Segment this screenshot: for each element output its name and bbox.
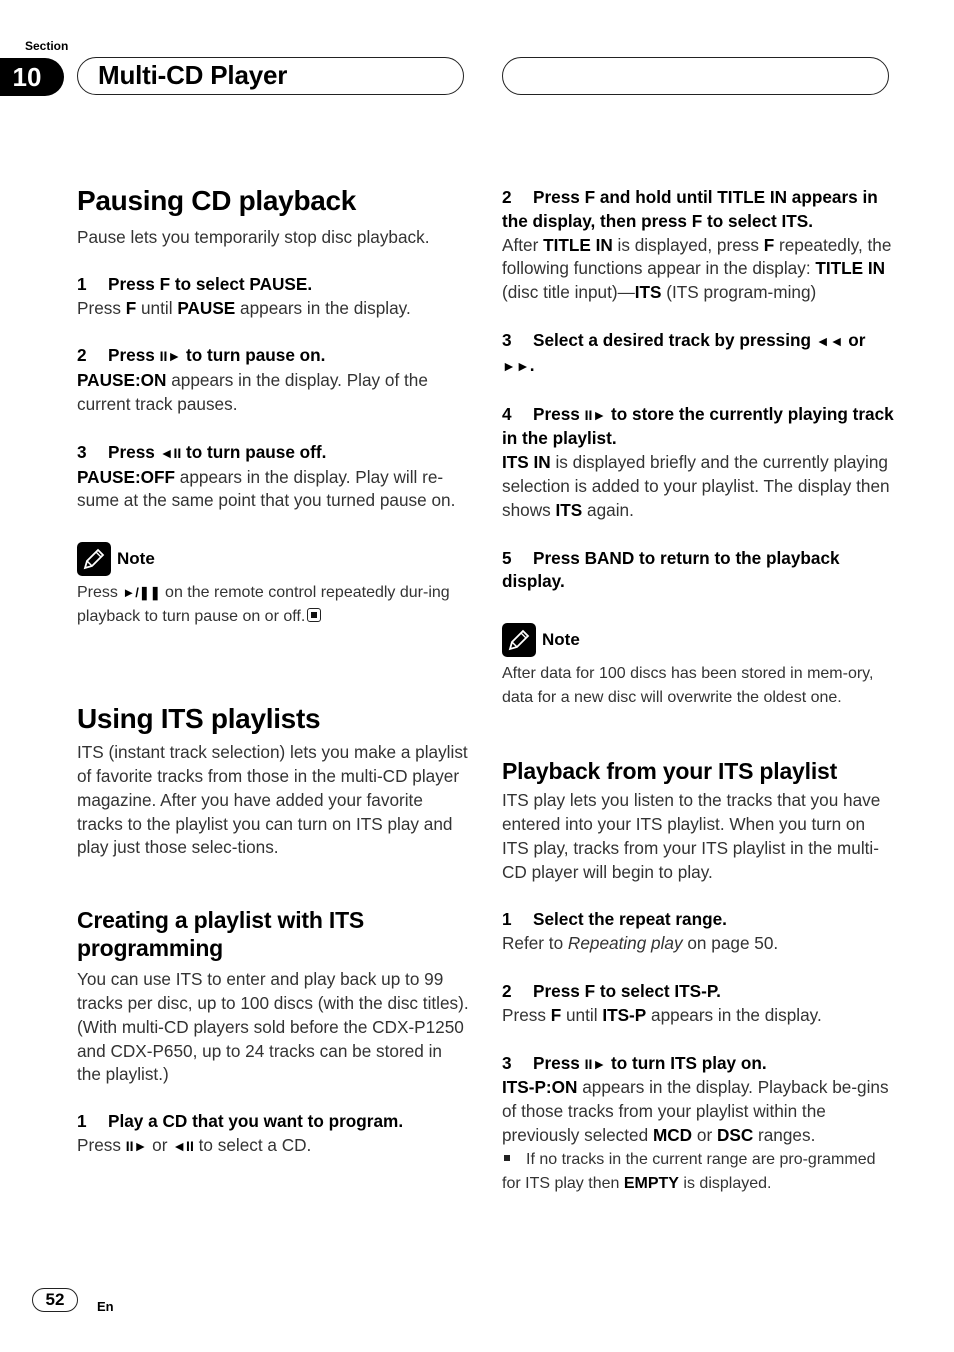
pausing-step-2-body: PAUSE:ON appears in the display. Play of… xyxy=(77,370,428,414)
right-column: 2 Press F and hold until TITLE IN appears… xyxy=(502,186,894,1196)
pausing-step-1-title: 1 Press F to select PAUSE. xyxy=(77,273,313,294)
playback-step-3-bullet: If no tracks in the current range are pr… xyxy=(502,1150,876,1192)
its-step-5-title: 5 Press BAND to return to the playback di… xyxy=(502,547,840,592)
chapter-title-pill: Multi-CD Player xyxy=(77,57,464,95)
creating-step-1-body: Press II► or ◄II to select a CD. xyxy=(77,1134,312,1155)
note-label: Note xyxy=(542,630,580,650)
pausing-intro: Pause lets you temporarily stop disc pla… xyxy=(77,227,430,247)
note-text: After data for 100 discs has been stored… xyxy=(502,665,874,707)
pause-play-icon: II► xyxy=(584,1055,607,1072)
playback-step-1-title: 1 Select the repeat range. xyxy=(502,909,727,930)
header-empty-pill xyxy=(502,57,889,95)
creating-intro: You can use ITS to enter and play back u… xyxy=(77,969,469,1085)
section-number-badge: 10 xyxy=(0,58,64,96)
playback-step-2-title: 2 Press F to select ITS-P. xyxy=(502,980,721,1001)
heading-creating-playlist: Creating a playlist with ITS programming xyxy=(77,907,365,962)
left-column: Pausing CD playback Pause lets you tempo… xyxy=(77,183,469,1159)
pencil-note-icon xyxy=(77,542,111,577)
playback-step-3-body: ITS-P:ON appears in the display. Playbac… xyxy=(502,1077,889,1145)
fast-forward-icon: ►► xyxy=(502,357,530,374)
repeating-play-link: Repeating play xyxy=(567,933,683,954)
pausing-step-3-title: 3 Press ◄II to turn pause off. xyxy=(77,441,327,462)
note-header: Note xyxy=(77,542,469,577)
end-of-section-icon xyxy=(307,608,322,623)
language-label: En xyxy=(97,1299,114,1314)
pencil-note-icon xyxy=(502,623,536,658)
playback-step-3-title: 3 Press II► to turn ITS play on. xyxy=(502,1052,767,1073)
note-text: Press ►/❚❚ on the remote control repeate… xyxy=(77,584,450,626)
pausing-step-3-body: PAUSE:OFF appears in the display. Play w… xyxy=(77,466,456,511)
its-step-4-title: 4 Press II► to store the currently playin… xyxy=(502,403,894,449)
note-label: Note xyxy=(117,549,155,569)
heading-pausing-cd-playback: Pausing CD playback xyxy=(77,185,357,216)
heading-playback-from-its: Playback from your ITS playlist xyxy=(502,758,838,785)
creating-step-1-title: 1 Play a CD that you want to program. xyxy=(77,1111,404,1132)
section-label: Section xyxy=(25,39,69,53)
playback-intro: ITS play lets you listen to the tracks t… xyxy=(502,790,881,882)
its-step-4-body: ITS IN is displayed briefly and the curr… xyxy=(502,452,890,520)
its-step-2-title: 2 Press F and hold until TITLE IN appears… xyxy=(502,187,878,231)
its-step-3-title: 3 Select a desired track by pressing ◄◄ o… xyxy=(502,329,866,375)
next-disc-icon: II► xyxy=(125,1137,148,1154)
pausing-step-1-body: Press F until PAUSE appears in the displ… xyxy=(77,297,411,318)
chapter-title: Multi-CD Player xyxy=(98,60,288,90)
pausing-step-2-title: 2 Press II► to turn pause on. xyxy=(77,345,326,366)
note-header: Note xyxy=(502,623,894,658)
pause-play-icon: II► xyxy=(159,348,182,365)
prev-disc-icon: ◄II xyxy=(172,1137,194,1154)
page-number: 52 xyxy=(32,1288,78,1312)
heading-using-its-playlists: Using ITS playlists xyxy=(77,703,321,735)
pause-play-icon: II► xyxy=(584,406,607,423)
its-intro: ITS (instant track selection) lets you m… xyxy=(77,742,468,858)
its-step-2-body: After TITLE IN is displayed, press F rep… xyxy=(502,234,892,303)
play-pause-remote-icon: ►/❚❚ xyxy=(122,585,161,601)
playback-step-2-body: Press F until ITS-P appears in the displ… xyxy=(502,1004,822,1025)
bullet-icon xyxy=(504,1155,510,1162)
rewind-icon: ◄◄ xyxy=(815,332,844,349)
playback-step-1-body: Refer to Repeating play on page 50. xyxy=(502,933,779,954)
play-pause-reverse-icon: ◄II xyxy=(159,444,182,461)
